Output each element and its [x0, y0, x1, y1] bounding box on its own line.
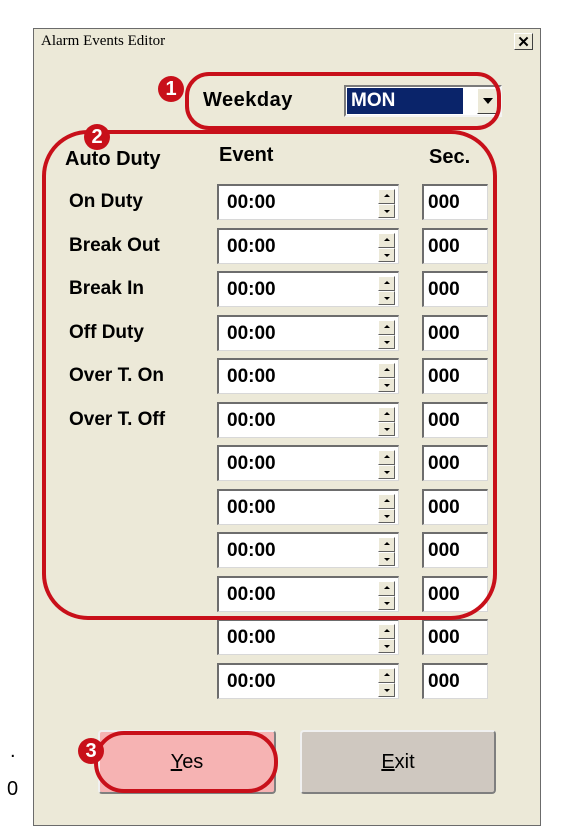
exit-button[interactable]: Exit [300, 730, 496, 794]
arrow-up-icon [383, 629, 390, 633]
time-spinner[interactable] [378, 624, 395, 653]
exit-button-label: Exit [381, 750, 415, 773]
weekday-highlight-ring [185, 72, 501, 130]
window-title: Alarm Events Editor [41, 33, 166, 49]
edge-dot: . [10, 740, 16, 762]
spin-down-button[interactable] [378, 682, 395, 697]
time-field[interactable]: 00:00 [217, 619, 399, 655]
spin-down-button[interactable] [378, 638, 395, 653]
close-button[interactable]: ✕ [514, 33, 533, 51]
edge-digit: 0 [7, 778, 19, 800]
badge-3: 3 [78, 738, 104, 764]
spin-up-button[interactable] [378, 624, 395, 639]
sec-value: 000 [428, 670, 460, 692]
badge-2: 2 [84, 124, 110, 150]
arrow-up-icon [383, 673, 390, 677]
sec-field[interactable]: 000 [422, 619, 488, 655]
arrow-down-icon [383, 644, 390, 648]
title-bar: Alarm Events Editor ✕ [35, 30, 539, 53]
events-highlight-ring [42, 130, 497, 620]
arrow-down-icon [383, 688, 390, 692]
time-value: 00:00 [227, 670, 276, 692]
close-icon: ✕ [517, 33, 530, 51]
sec-field[interactable]: 000 [422, 663, 488, 699]
time-spinner[interactable] [378, 668, 395, 697]
spin-up-button[interactable] [378, 668, 395, 683]
time-value: 00:00 [227, 626, 276, 648]
yes-highlight-ring [94, 731, 278, 793]
time-field[interactable]: 00:00 [217, 663, 399, 699]
sec-value: 000 [428, 626, 460, 648]
badge-1: 1 [158, 76, 184, 102]
